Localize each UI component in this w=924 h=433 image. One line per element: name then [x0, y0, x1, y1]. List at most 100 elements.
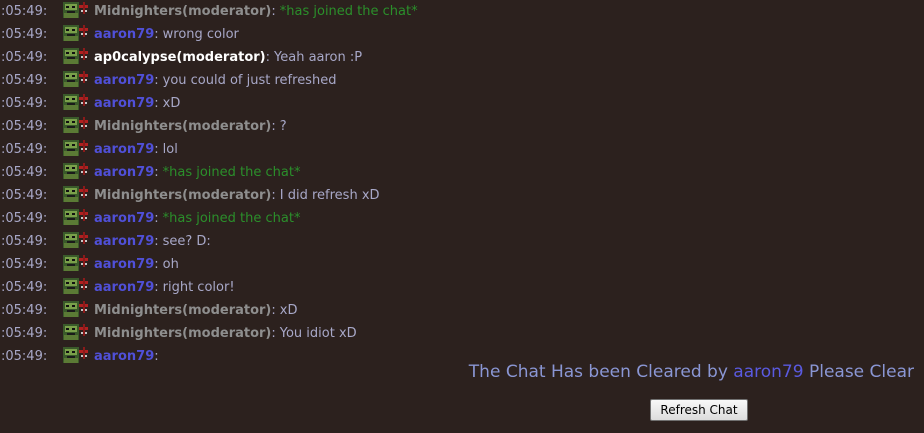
message-separator: : — [154, 234, 159, 249]
message-separator: : — [154, 27, 159, 42]
chat-cleared-notice: The Chat Has been Cleared by aaron79 Ple… — [469, 362, 914, 382]
message-separator: : — [154, 165, 159, 180]
message-text: oh — [162, 257, 179, 272]
message-timestamp: :05:49: — [1, 96, 48, 111]
zombie-avatar-icon — [63, 346, 88, 363]
message-separator: : — [271, 326, 276, 341]
notice-username: aaron79 — [733, 362, 804, 382]
chat-message: :05:49: aaron79: see? D: — [0, 230, 924, 253]
message-username[interactable]: aaron79 — [94, 211, 154, 226]
zombie-avatar-icon — [63, 1, 88, 18]
message-username[interactable]: aaron79 — [94, 234, 154, 249]
zombie-avatar-icon — [63, 47, 88, 64]
message-text: You idiot xD — [279, 326, 357, 341]
message-username[interactable]: aaron79 — [94, 27, 154, 42]
message-text: xD — [162, 96, 181, 111]
message-separator: : — [271, 119, 276, 134]
chat-message: :05:49: aaron79: you could of just refres… — [0, 69, 924, 92]
message-separator: : — [154, 73, 159, 88]
zombie-avatar-icon — [63, 323, 88, 340]
message-text: ? — [279, 119, 287, 134]
zombie-avatar-icon — [63, 300, 88, 317]
message-timestamp: :05:49: — [1, 4, 48, 19]
refresh-chat-button[interactable]: Refresh Chat — [650, 399, 748, 421]
message-separator: : — [271, 4, 276, 19]
message-username[interactable]: aaron79 — [94, 349, 154, 364]
chat-message: :05:49: Midnighters(moderator): I did ref… — [0, 184, 924, 207]
message-timestamp: :05:49: — [1, 188, 48, 203]
chat-message: :05:49: aaron79: xD — [0, 92, 924, 115]
chat-message: :05:49: aaron79: lol — [0, 138, 924, 161]
message-timestamp: :05:49: — [1, 211, 48, 226]
chat-message: :05:49: aaron79: *has joined the chat* — [0, 207, 924, 230]
message-separator: : — [154, 349, 159, 364]
message-text: you could of just refreshed — [162, 73, 337, 88]
message-timestamp: :05:49: — [1, 142, 48, 157]
zombie-avatar-icon — [63, 24, 88, 41]
message-separator: : — [271, 303, 276, 318]
chat-message: :05:49: ap0calypse(moderator): Yeah aaron… — [0, 46, 924, 69]
chat-message: :05:49: aaron79: wrong color — [0, 23, 924, 46]
message-text: *has joined the chat* — [162, 211, 301, 226]
chat-message: :05:49: aaron79: right color! — [0, 276, 924, 299]
message-username[interactable]: Midnighters(moderator) — [94, 326, 271, 341]
message-username[interactable]: Midnighters(moderator) — [94, 4, 271, 19]
message-timestamp: :05:49: — [1, 165, 48, 180]
message-username[interactable]: aaron79 — [94, 257, 154, 272]
zombie-avatar-icon — [63, 231, 88, 248]
message-username[interactable]: Midnighters(moderator) — [94, 119, 271, 134]
message-separator: : — [154, 257, 159, 272]
message-text: see? D: — [162, 234, 211, 249]
notice-prefix: The Chat Has been Cleared by — [468, 362, 728, 382]
message-timestamp: :05:49: — [1, 50, 48, 65]
chat-message: :05:49: Midnighters(moderator):? — [0, 115, 924, 138]
zombie-avatar-icon — [63, 254, 88, 271]
message-text: xD — [279, 303, 298, 318]
message-separator: : — [265, 50, 271, 65]
message-timestamp: :05:49: — [1, 27, 48, 42]
message-separator: : — [271, 188, 276, 203]
message-username[interactable]: aaron79 — [94, 96, 154, 111]
chat-message: :05:49: Midnighters(moderator): You idiot… — [0, 322, 924, 345]
zombie-avatar-icon — [63, 185, 88, 202]
message-text: I did refresh xD — [279, 188, 380, 203]
message-separator: : — [154, 96, 159, 111]
chat-message: :05:49: Midnighters(moderator): *has join… — [0, 0, 924, 23]
chat-log: :05:49: Midnighters(moderator): *has join… — [0, 0, 924, 368]
message-username[interactable]: aaron79 — [94, 280, 154, 295]
message-timestamp: :05:49: — [1, 326, 48, 341]
message-username[interactable]: Midnighters(moderator) — [94, 188, 271, 203]
zombie-avatar-icon — [63, 116, 88, 133]
message-text: right color! — [162, 280, 235, 295]
message-separator: : — [154, 280, 159, 295]
zombie-avatar-icon — [63, 139, 88, 156]
chat-message: :05:49: aaron79: oh — [0, 253, 924, 276]
message-timestamp: :05:49: — [1, 73, 48, 88]
message-timestamp: :05:49: — [1, 280, 48, 295]
message-username[interactable]: Midnighters(moderator) — [94, 303, 271, 318]
zombie-avatar-icon — [63, 93, 88, 110]
message-username[interactable]: aaron79 — [94, 165, 154, 180]
message-separator: : — [154, 211, 159, 226]
notice-suffix: Please Clear — [808, 362, 914, 382]
message-timestamp: :05:49: — [1, 303, 48, 318]
message-text: Yeah aaron :P — [274, 50, 363, 65]
zombie-avatar-icon — [63, 162, 88, 179]
message-timestamp: :05:49: — [1, 234, 48, 249]
message-timestamp: :05:49: — [1, 119, 48, 134]
message-text: *has joined the chat* — [279, 4, 418, 19]
chat-message: :05:49: Midnighters(moderator): xD — [0, 299, 924, 322]
message-text: wrong color — [162, 27, 239, 42]
message-username[interactable]: aaron79 — [94, 142, 154, 157]
zombie-avatar-icon — [63, 208, 88, 225]
message-timestamp: :05:49: — [1, 349, 48, 364]
message-timestamp: :05:49: — [1, 257, 48, 272]
zombie-avatar-icon — [63, 70, 88, 87]
message-username[interactable]: aaron79 — [94, 73, 154, 88]
message-separator: : — [154, 142, 159, 157]
chat-message: :05:49: aaron79: *has joined the chat* — [0, 161, 924, 184]
message-text: lol — [162, 142, 178, 157]
zombie-avatar-icon — [63, 277, 88, 294]
message-list: :05:49: Midnighters(moderator): *has join… — [0, 0, 924, 368]
message-username[interactable]: ap0calypse(moderator) — [94, 50, 266, 65]
